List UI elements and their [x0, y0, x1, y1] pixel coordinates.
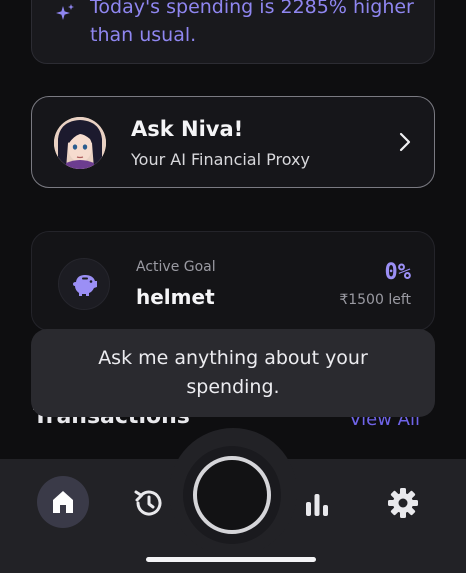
voice-assistant-button[interactable] [183, 446, 281, 544]
goal-remaining: ₹1500 left [339, 292, 411, 308]
assistant-tooltip: Ask me anything about your spending. [31, 329, 435, 417]
piggy-bank-icon [73, 275, 97, 296]
sparkle-icon [56, 4, 74, 20]
ask-niva-card[interactable]: Ask Niva! Your AI Financial Proxy [31, 96, 435, 188]
chevron-right-icon [399, 132, 411, 152]
insight-line-2: than usual. [90, 24, 197, 46]
insight-text: Today's spending is 2285% higher than us… [90, 0, 420, 49]
goal-name: helmet [136, 285, 215, 309]
goal-label: Active Goal [136, 259, 216, 275]
history-icon[interactable] [132, 486, 166, 520]
avatar-image [54, 117, 106, 169]
goal-progress-percent: 0% [384, 260, 412, 285]
voice-ring [193, 456, 271, 534]
home-icon [53, 491, 73, 513]
settings-icon[interactable] [386, 486, 420, 520]
stats-icon[interactable] [303, 490, 331, 518]
nav-home-button[interactable] [37, 476, 89, 528]
home-indicator [146, 557, 316, 562]
avatar [54, 117, 106, 169]
niva-subtitle: Your AI Financial Proxy [131, 150, 310, 169]
insight-line-1: Today's spending is 2285% higher [90, 0, 414, 18]
spending-insight-card: Today's spending is 2285% higher than us… [31, 0, 435, 64]
goal-icon-container [58, 258, 110, 310]
active-goal-card[interactable]: Active Goal helmet 0% ₹1500 left [31, 231, 435, 331]
tooltip-text: Ask me anything about your spending. [98, 347, 368, 398]
niva-title: Ask Niva! [131, 117, 244, 141]
